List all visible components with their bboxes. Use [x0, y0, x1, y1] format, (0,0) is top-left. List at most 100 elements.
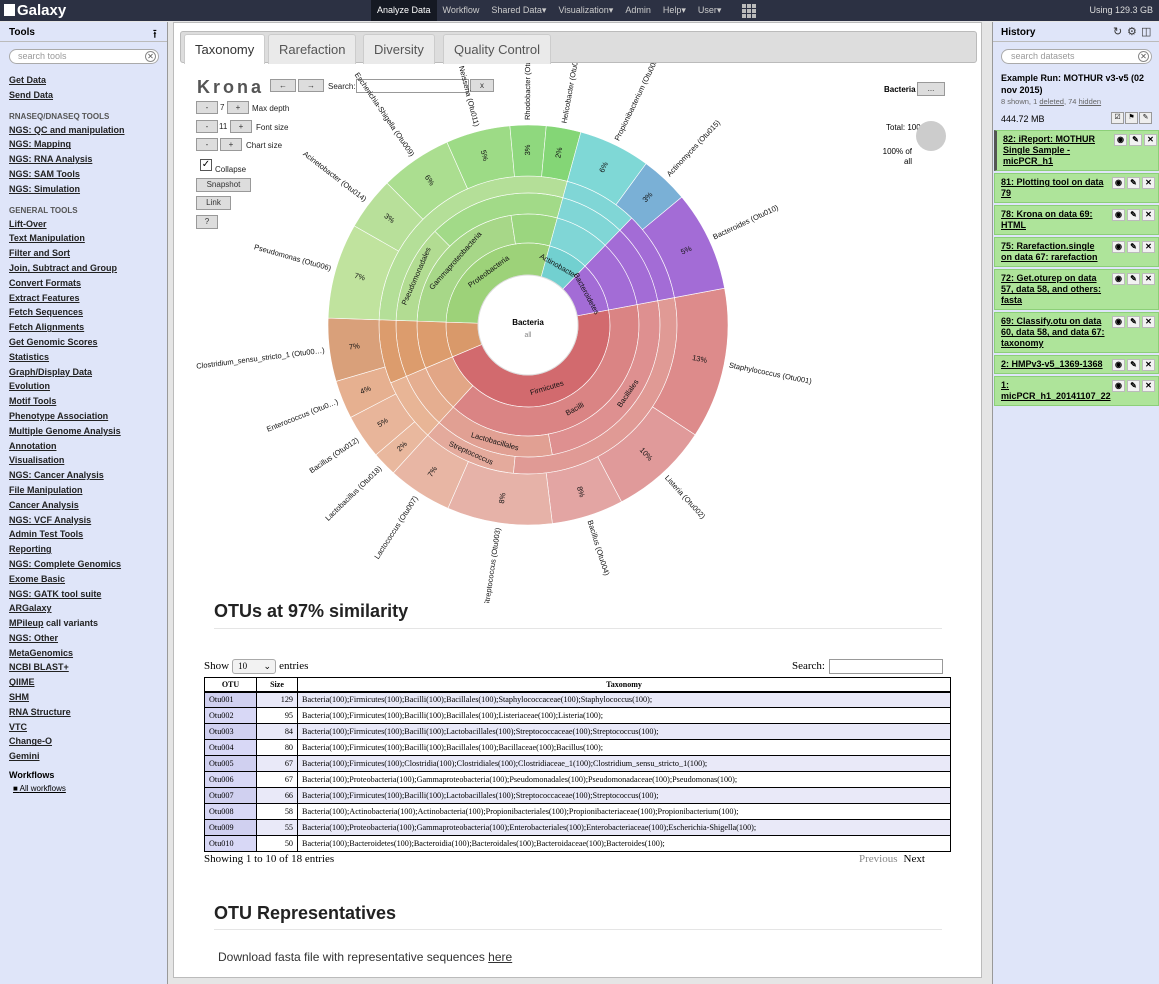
eye-icon[interactable]: ◉	[1112, 209, 1125, 221]
apps-grid-icon[interactable]	[742, 4, 756, 18]
history-item[interactable]: 75: Rarefaction.single on data 67: raref…	[994, 237, 1159, 267]
tool-category[interactable]: Graph/Display Data	[9, 365, 165, 380]
nav-analyze-data[interactable]: Analyze Data	[371, 0, 437, 21]
tool-category[interactable]: NGS: GATK tool suite	[9, 587, 165, 602]
nav-workflow[interactable]: Workflow	[437, 0, 486, 21]
tool-category[interactable]: QIIME	[9, 675, 165, 690]
krona-sunburst[interactable]: FirmicutesProteobacteria ActinobacteriaBa…	[174, 63, 983, 603]
pencil-icon[interactable]: ✎	[1127, 209, 1140, 221]
tool-category[interactable]: NGS: RNA Analysis	[9, 152, 165, 167]
delete-icon[interactable]: ✕	[1142, 177, 1155, 189]
pencil-icon[interactable]: ✎	[1129, 134, 1142, 146]
pencil-icon[interactable]: ✎	[1127, 273, 1140, 285]
tool-category[interactable]: NGS: Other	[9, 631, 165, 646]
dataset-search-input[interactable]: search datasets ✕	[1001, 49, 1152, 64]
tool-category[interactable]: File Manipulation	[9, 483, 165, 498]
history-item-title[interactable]: 2: HMPv3-v5_1369-1368	[1001, 359, 1103, 369]
download-fasta-link[interactable]: here	[488, 950, 512, 964]
tool-category[interactable]: NGS: Complete Genomics	[9, 557, 165, 572]
tool-category[interactable]: Admin Test Tools	[9, 527, 165, 542]
nav-user[interactable]: User▾	[692, 0, 728, 21]
tool-category[interactable]: MetaGenomics	[9, 646, 165, 661]
tool-category[interactable]: ARGalaxy	[9, 601, 165, 616]
tool-category[interactable]: Annotation	[9, 439, 165, 454]
tool-category[interactable]: Multiple Genome Analysis	[9, 424, 165, 439]
eye-icon[interactable]: ◉	[1112, 359, 1125, 371]
galaxy-logo[interactable]: Galaxy	[4, 2, 66, 19]
nav-admin[interactable]: Admin	[619, 0, 657, 21]
eye-icon[interactable]: ◉	[1112, 177, 1125, 189]
tool-category[interactable]: Reporting	[9, 542, 165, 557]
tool-category[interactable]: MPileup call variants	[9, 616, 165, 631]
tags-icon[interactable]: ⚑	[1125, 112, 1138, 124]
tool-category[interactable]: Lift-Over	[9, 217, 165, 232]
tool-category[interactable]: Visualisation	[9, 453, 165, 468]
delete-icon[interactable]: ✕	[1142, 241, 1155, 253]
tool-category[interactable]: Convert Formats	[9, 276, 165, 291]
tool-category[interactable]: Extract Features	[9, 291, 165, 306]
next-button[interactable]: Next	[904, 853, 925, 865]
tab-quality-control[interactable]: Quality Control	[443, 34, 551, 64]
eye-icon[interactable]: ◉	[1112, 241, 1125, 253]
sunburst-segment[interactable]	[510, 213, 558, 247]
clear-search-icon[interactable]: ✕	[1138, 51, 1149, 62]
tool-category[interactable]: Text Manipulation	[9, 231, 165, 246]
history-item-title[interactable]: 75: Rarefaction.single on data 67: raref…	[1001, 241, 1098, 262]
pencil-icon[interactable]: ✎	[1127, 241, 1140, 253]
tool-category[interactable]: VTC	[9, 720, 165, 735]
tool-search-input[interactable]: search tools ✕	[9, 49, 159, 64]
tool-category[interactable]: NGS: QC and manipulation	[9, 123, 165, 138]
table-search-input[interactable]	[828, 659, 943, 674]
pencil-icon[interactable]: ✎	[1127, 316, 1140, 328]
pencil-icon[interactable]: ✎	[1127, 380, 1140, 392]
tool-category[interactable]: NGS: Cancer Analysis	[9, 468, 165, 483]
tool-category[interactable]: Filter and Sort	[9, 246, 165, 261]
pencil-icon[interactable]: ✎	[1127, 359, 1140, 371]
tool-category[interactable]: NGS: Simulation	[9, 182, 165, 197]
delete-icon[interactable]: ✕	[1142, 316, 1155, 328]
tool-category[interactable]: Evolution	[9, 379, 165, 394]
tool-category-label[interactable]: MPileup	[9, 618, 44, 628]
tool-category[interactable]: Motif Tools	[9, 394, 165, 409]
tool-category[interactable]: Join, Subtract and Group	[9, 261, 165, 276]
nav-shared-data[interactable]: Shared Data▾	[485, 0, 552, 21]
eye-icon[interactable]: ◉	[1112, 316, 1125, 328]
tab-rarefaction[interactable]: Rarefaction	[268, 34, 357, 64]
tool-category[interactable]: NGS: SAM Tools	[9, 167, 165, 182]
history-item-title[interactable]: 69: Classify.otu on data 60, data 58, an…	[1001, 316, 1105, 348]
tool-category[interactable]: NGS: VCF Analysis	[9, 513, 165, 528]
tool-category[interactable]: Get Data	[9, 73, 165, 88]
columns-icon[interactable]: ◫	[1141, 25, 1151, 38]
tool-category[interactable]: SHM	[9, 690, 165, 705]
column-header-otu[interactable]: OTU	[204, 677, 257, 693]
history-item[interactable]: 78: Krona on data 69: HTML ◉ ✎ ✕	[994, 205, 1159, 235]
eye-icon[interactable]: ◉	[1112, 380, 1125, 392]
nav-visualization[interactable]: Visualization▾	[552, 0, 619, 21]
previous-button[interactable]: Previous	[859, 853, 898, 865]
nav-help[interactable]: Help▾	[657, 0, 692, 21]
column-header-taxonomy[interactable]: Taxonomy	[297, 677, 951, 693]
deleted-link[interactable]: deleted	[1039, 97, 1064, 106]
delete-icon[interactable]: ✕	[1142, 359, 1155, 371]
history-item[interactable]: 82: iReport: MOTHUR Single Sample - micP…	[994, 130, 1159, 171]
tool-category[interactable]: Get Genomic Scores	[9, 335, 165, 350]
refresh-icon[interactable]: ↻	[1113, 25, 1122, 38]
tool-category[interactable]: RNA Structure	[9, 705, 165, 720]
history-item[interactable]: 1: micPCR_h1_20141107_22 ◉ ✎ ✕	[994, 376, 1159, 406]
eye-icon[interactable]: ◉	[1112, 273, 1125, 285]
history-item[interactable]: 2: HMPv3-v5_1369-1368 ◉ ✎ ✕	[994, 355, 1159, 374]
tab-taxonomy[interactable]: Taxonomy	[184, 34, 266, 64]
upload-icon[interactable]: ⭱	[153, 25, 157, 46]
delete-icon[interactable]: ✕	[1142, 209, 1155, 221]
tool-category[interactable]: Phenotype Association	[9, 409, 165, 424]
hidden-link[interactable]: hidden	[1079, 97, 1102, 106]
tool-category[interactable]: Fetch Sequences	[9, 305, 165, 320]
history-item[interactable]: 81: Plotting tool on data 79 ◉ ✎ ✕	[994, 173, 1159, 203]
annotation-icon[interactable]: ✎	[1139, 112, 1152, 124]
tool-category[interactable]: NCBI BLAST+	[9, 660, 165, 675]
history-item-title[interactable]: 81: Plotting tool on data 79	[1001, 177, 1104, 198]
clear-search-icon[interactable]: ✕	[145, 51, 156, 62]
gear-icon[interactable]: ⚙	[1127, 25, 1137, 38]
history-item-title[interactable]: 78: Krona on data 69: HTML	[1001, 209, 1093, 230]
tool-category[interactable]: Send Data	[9, 88, 165, 103]
